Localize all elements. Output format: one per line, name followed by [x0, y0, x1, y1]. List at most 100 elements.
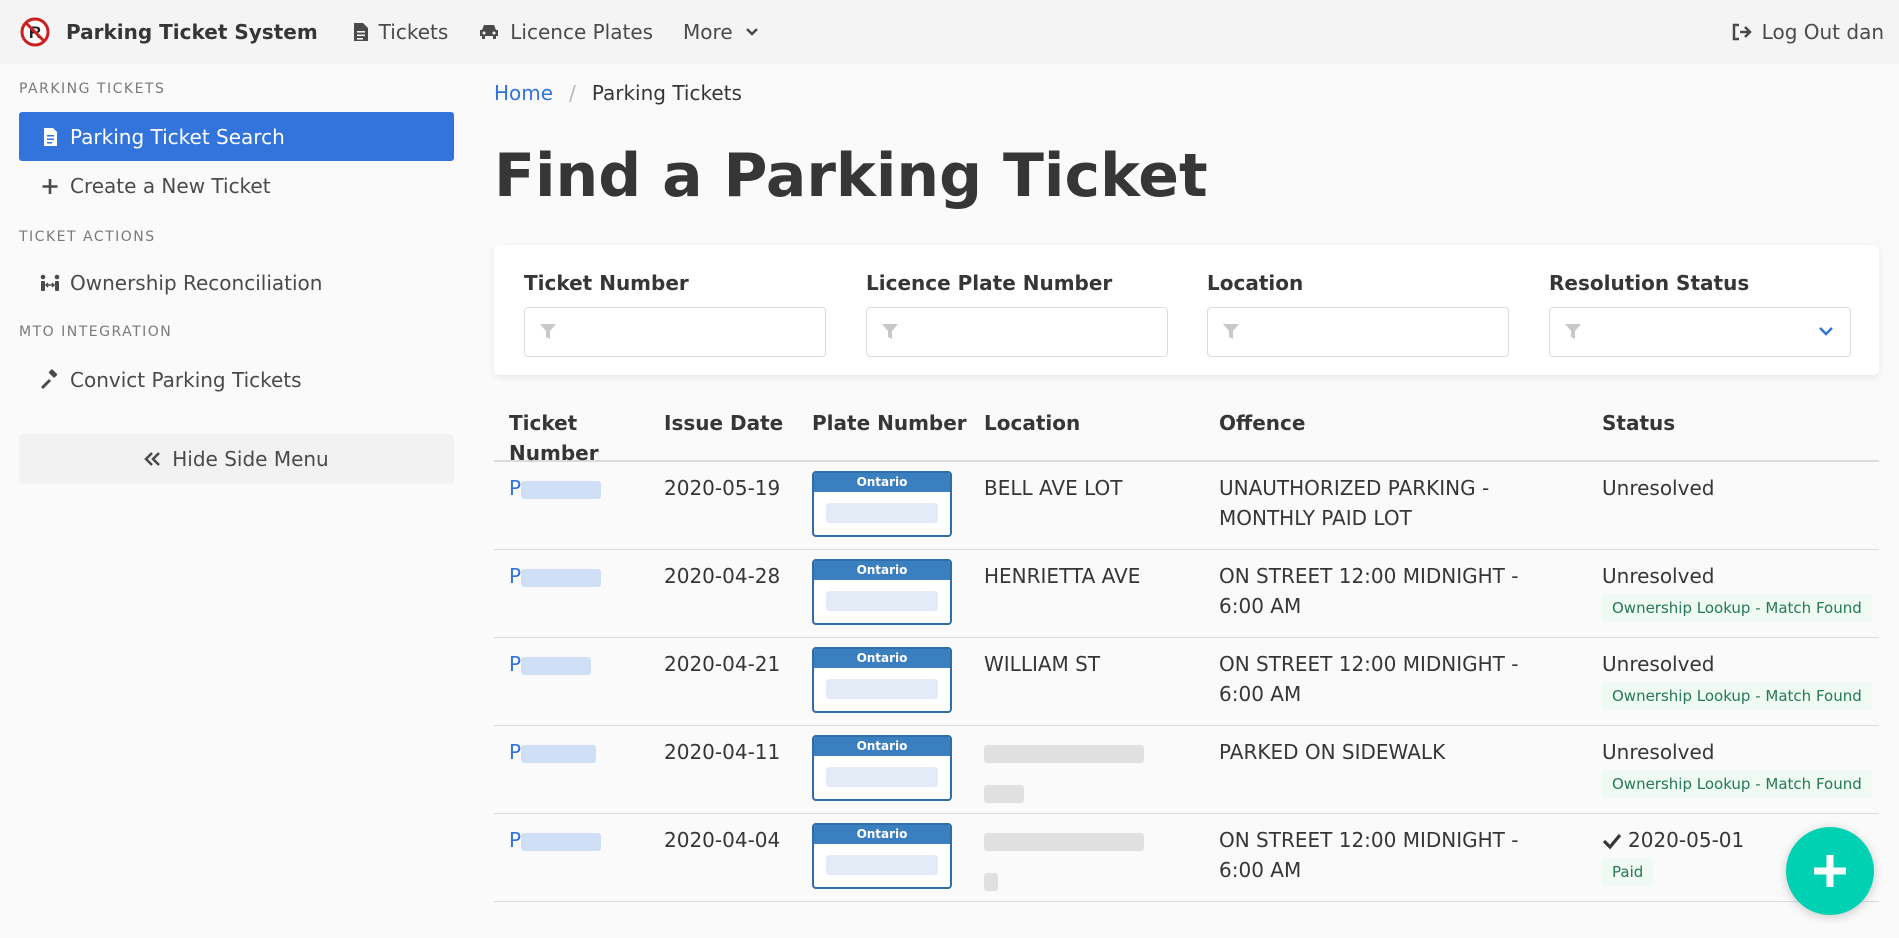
- redacted-ticket-number: [521, 832, 602, 851]
- status-tag: Paid: [1602, 858, 1654, 886]
- redacted-plate-number: [826, 855, 938, 875]
- filter-label: Resolution Status: [1549, 271, 1750, 295]
- filter-plate-number: Licence Plate Number: [866, 271, 1168, 357]
- status-text: Unresolved: [1602, 564, 1715, 588]
- ticket-number-cell: P: [509, 561, 602, 591]
- plate-number-input-wrapper: [866, 307, 1168, 357]
- menu-label-mto-integration: MTO INTEGRATION: [19, 324, 173, 340]
- plus-icon: [1814, 855, 1846, 887]
- plate-province: Ontario: [814, 473, 950, 492]
- sidebar-item-label: Ownership Reconciliation: [70, 270, 323, 295]
- status-tag: Ownership Lookup - Match Found: [1602, 770, 1872, 798]
- licence-plate-badge: Ontario: [812, 735, 952, 801]
- ticket-number-link[interactable]: P: [509, 476, 602, 500]
- nav-licence-plates[interactable]: Licence Plates: [463, 0, 668, 64]
- column-header-plate-number[interactable]: Plate Number: [812, 408, 967, 438]
- location-cell: WILLIAM ST: [984, 652, 1101, 676]
- nav-more-label: More: [683, 20, 733, 44]
- offence-cell: UNAUTHORIZED PARKING - MONTHLY PAID LOT: [1219, 476, 1490, 530]
- ticket-number-link[interactable]: P: [509, 564, 602, 588]
- offence-cell: ON STREET 12:00 MIDNIGHT - 6:00 AM: [1219, 652, 1519, 706]
- menu-label-ticket-actions: TICKET ACTIONS: [19, 229, 156, 245]
- sidebar-item-ownership-reconciliation[interactable]: Ownership Reconciliation: [19, 258, 454, 307]
- issue-date-cell: 2020-04-21: [664, 652, 781, 676]
- nav-tickets-label: Tickets: [378, 20, 449, 44]
- add-ticket-button[interactable]: [1786, 827, 1874, 915]
- ticket-number-cell: P: [509, 473, 602, 503]
- no-parking-logo-icon: R: [20, 17, 50, 47]
- ticket-number-link[interactable]: P: [509, 828, 602, 852]
- logout-button[interactable]: Log Out dan: [1717, 0, 1899, 64]
- resolution-status-select[interactable]: [1549, 307, 1851, 357]
- location-input[interactable]: [1252, 308, 1496, 356]
- table-row[interactable]: P 2020-04-28 Ontario HENRIETTA AVE ON ST…: [494, 550, 1879, 638]
- breadcrumb-current: Parking Tickets: [591, 81, 742, 105]
- nav-licence-plates-label: Licence Plates: [510, 20, 654, 44]
- filter-location: Location: [1207, 271, 1509, 357]
- filter-icon: [1223, 324, 1239, 339]
- logout-label: Log Out dan: [1761, 20, 1884, 44]
- sidebar-item-create-new-ticket[interactable]: Create a New Ticket: [19, 161, 454, 210]
- hide-side-menu-button[interactable]: Hide Side Menu: [19, 434, 454, 484]
- ticket-number-input[interactable]: [569, 308, 813, 356]
- document-icon: [44, 127, 57, 146]
- status-tag: Ownership Lookup - Match Found: [1602, 594, 1872, 622]
- breadcrumb: Home / Parking Tickets: [494, 64, 1879, 122]
- breadcrumb-home-link[interactable]: Home: [494, 81, 553, 105]
- nav-tickets[interactable]: Tickets: [338, 0, 464, 64]
- location-cell: [984, 737, 1144, 807]
- chevron-down-icon: [745, 28, 758, 36]
- table-row[interactable]: P 2020-04-21 Ontario WILLIAM ST ON STREE…: [494, 638, 1879, 726]
- ticket-number-cell: P: [509, 649, 592, 679]
- sidebar-item-label: Convict Parking Tickets: [70, 367, 302, 392]
- table-row[interactable]: P 2020-04-11 Ontario PARKED ON SIDEWALK …: [494, 726, 1879, 814]
- column-header-status[interactable]: Status: [1602, 408, 1675, 438]
- status-cell: Unresolved Ownership Lookup - Match Foun…: [1602, 737, 1872, 798]
- filter-resolution-status: Resolution Status: [1549, 271, 1851, 357]
- issue-date-cell: 2020-05-19: [664, 476, 781, 500]
- plate-province: Ontario: [814, 561, 950, 580]
- check-icon: [1602, 833, 1622, 850]
- chevron-down-icon: [1819, 327, 1833, 336]
- tickets-table: Ticket Number Issue Date Plate Number Lo…: [494, 400, 1879, 902]
- location-cell: HENRIETTA AVE: [984, 564, 1141, 588]
- nav-more-dropdown[interactable]: More: [668, 0, 774, 64]
- plate-number-input[interactable]: [911, 308, 1155, 356]
- page-title: Find a Parking Ticket: [494, 141, 1208, 211]
- top-navbar: R Parking Ticket System Tickets Licence …: [0, 0, 1899, 64]
- redacted-ticket-number: [521, 480, 602, 499]
- ticket-number-input-wrapper: [524, 307, 826, 357]
- filter-label: Licence Plate Number: [866, 271, 1113, 295]
- sidebar-item-parking-ticket-search[interactable]: Parking Ticket Search: [19, 112, 454, 161]
- column-header-offence[interactable]: Offence: [1219, 408, 1305, 438]
- redacted-location: [984, 784, 1024, 803]
- breadcrumb-separator: /: [569, 81, 576, 105]
- hide-side-menu-label: Hide Side Menu: [172, 447, 329, 471]
- location-input-wrapper: [1207, 307, 1509, 357]
- table-row[interactable]: P 2020-04-04 Ontario ON STREET 12:00 MID…: [494, 814, 1879, 902]
- offence-cell: PARKED ON SIDEWALK: [1219, 740, 1446, 764]
- location-cell: [984, 825, 1144, 895]
- sidebar-item-convict-parking-tickets[interactable]: Convict Parking Tickets: [19, 355, 454, 404]
- column-header-issue-date[interactable]: Issue Date: [664, 408, 783, 438]
- filter-label: Ticket Number: [524, 271, 689, 295]
- sidebar-item-label: Create a New Ticket: [70, 173, 271, 198]
- side-menu: PARKING TICKETS Parking Ticket Search Cr…: [19, 64, 454, 484]
- status-tag: Ownership Lookup - Match Found: [1602, 682, 1872, 710]
- table-row[interactable]: P 2020-05-19 Ontario BELL AVE LOT UNAUTH…: [494, 462, 1879, 550]
- offence-cell: ON STREET 12:00 MIDNIGHT - 6:00 AM: [1219, 564, 1519, 618]
- filter-ticket-number: Ticket Number: [524, 271, 826, 357]
- ticket-number-link[interactable]: P: [509, 652, 592, 676]
- status-paid-date: 2020-05-01: [1602, 825, 1744, 855]
- ticket-number-link[interactable]: P: [509, 740, 597, 764]
- angle-double-left-icon: [144, 452, 161, 466]
- status-cell: Unresolved Ownership Lookup - Match Foun…: [1602, 649, 1872, 710]
- issue-date-cell: 2020-04-28: [664, 564, 781, 588]
- column-header-ticket-number[interactable]: Ticket Number: [509, 408, 629, 468]
- redacted-ticket-number: [521, 656, 592, 675]
- document-icon: [353, 23, 368, 41]
- column-header-location[interactable]: Location: [984, 408, 1080, 438]
- ticket-number-cell: P: [509, 737, 597, 767]
- car-icon: [480, 25, 499, 39]
- brand[interactable]: R Parking Ticket System: [0, 0, 318, 64]
